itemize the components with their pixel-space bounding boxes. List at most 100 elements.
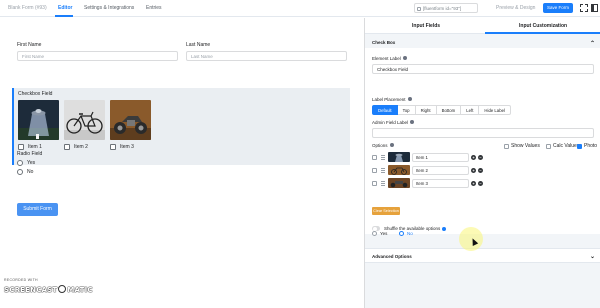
checkbox-item-2[interactable]: Item 2 [64,144,88,150]
drag-handle-icon[interactable] [381,154,385,160]
logo-ring-icon [58,285,67,293]
first-name-label: First Name [17,42,42,48]
option-value-input[interactable]: Item 2 [412,165,469,175]
radio-option-label: No [27,169,34,175]
save-form-button[interactable]: Save Form [543,3,573,13]
checkbox-item-label: Item 3 [120,144,134,150]
drag-handle-icon[interactable] [381,180,385,186]
checkbox[interactable] [372,180,377,186]
option-row-3: Item 3 + − [372,178,483,188]
last-name-label: Last Name [186,42,211,48]
section-title: Check Box [372,40,396,45]
element-label-input[interactable]: Checkbox Field [372,64,594,74]
shortcode-text: [fluentform id="93"] [423,6,462,11]
add-option-icon[interactable]: + [471,180,476,186]
placement-default[interactable]: Default [372,105,398,115]
add-option-icon[interactable]: + [471,154,476,160]
checkbox-item-label: Item 1 [28,144,42,150]
sidebar-toggle-icon[interactable] [591,4,598,12]
checkbox[interactable] [372,154,377,160]
checkbox-item-1[interactable]: Item 1 [18,144,42,150]
show-values-toggle[interactable]: Show Values [504,143,540,149]
checkbox[interactable] [18,144,24,150]
tab-input-fields[interactable]: Input Fields [412,23,440,29]
radio-field-label: Radio Field [17,151,43,157]
bicycle-thumbnail[interactable] [388,165,410,175]
required-no-option[interactable]: No [399,231,413,236]
screencast-watermark: RECORDED WITH SCREENCAST MATIC [4,278,93,304]
element-label-label: Element Label [372,56,407,61]
advanced-options-header[interactable]: Advanced Options ⌄ [365,248,600,263]
clear-selection-button[interactable]: Clear Selection [372,207,400,215]
checkbox[interactable] [110,144,116,150]
label-placement-group: Default Top Right Bottom Left Hide Label [372,105,511,115]
logo-text-left: SCREENCAST [4,286,58,294]
submit-form-button[interactable]: Submit Form [17,203,58,216]
checkbox-field-block[interactable]: Checkbox Field Item 1 Item 2 Item 3 [12,88,350,165]
panel-tabs: Input Fields Input Customization [365,18,600,34]
remove-option-icon[interactable]: − [478,167,483,173]
info-icon [389,143,394,147]
screencast-logo: SCREENCAST MATIC [4,285,93,294]
option-row-1: Item 1 + − [372,152,483,162]
active-panel-tab-indicator [485,32,600,34]
settings-panel: Input Fields Input Customization Check B… [364,18,600,308]
recorded-with-text: RECORDED WITH [4,278,38,282]
admin-field-label-input[interactable] [372,128,594,138]
radio-button[interactable] [17,169,23,175]
checkbox-checked[interactable] [577,143,582,149]
calc-values-toggle[interactable]: Calc Values [546,143,579,149]
advanced-options-label: Advanced Options [372,254,412,259]
preview-design-button[interactable]: Preview & Design [496,5,535,11]
placement-top[interactable]: Top [397,105,416,115]
radio-button[interactable] [372,231,377,236]
motorcycle-image [110,100,151,140]
add-option-icon[interactable]: + [471,167,476,173]
option-value-input[interactable]: Item 3 [412,178,469,188]
bicycle-image [64,100,105,140]
chevron-down-icon: ⌄ [589,254,595,260]
breadcrumb[interactable]: Blank Form (#93) [8,5,47,11]
first-name-input[interactable]: First Name [17,51,178,61]
info-icon [442,226,447,231]
ufo-image [18,100,59,140]
motorcycle-thumbnail[interactable] [388,178,410,188]
checkbox-settings: Element Label Checkbox Field Label Place… [365,48,600,258]
placement-bottom[interactable]: Bottom [436,105,462,115]
option-row-2: Item 2 + − [372,165,483,175]
drag-handle-icon[interactable] [381,167,385,173]
photo-toggle[interactable]: Photo [577,143,597,149]
copy-icon [417,7,421,11]
checkbox[interactable] [64,144,70,150]
checkbox-item-label: Item 2 [74,144,88,150]
ufo-thumbnail[interactable] [388,152,410,162]
radio-button[interactable] [17,160,23,166]
remove-option-icon[interactable]: − [478,180,483,186]
tab-entries[interactable]: Entries [146,5,162,11]
radio-option-no[interactable]: No [17,169,33,175]
required-yes-option[interactable]: Yes [372,231,387,236]
top-bar: Blank Form (#93) Editor Settings & Integ… [0,0,600,17]
tab-input-customization[interactable]: Input Customization [519,23,567,29]
fullscreen-icon[interactable] [580,4,588,12]
remove-option-icon[interactable]: − [478,154,483,160]
logo-text-right: MATIC [67,286,93,294]
placement-left[interactable]: Left [461,105,480,115]
placement-right[interactable]: Right [415,105,437,115]
shortcode-copy-button[interactable]: [fluentform id="93"] [414,3,478,13]
tab-editor[interactable]: Editor [58,5,72,11]
option-value-input[interactable]: Item 1 [412,152,469,162]
checkbox-item-3[interactable]: Item 3 [110,144,134,150]
mouse-cursor-highlight [459,227,483,251]
radio-button-selected[interactable] [399,231,404,236]
last-name-input[interactable]: Last Name [186,51,347,61]
placement-hide-label[interactable]: Hide Label [479,105,511,115]
checkbox[interactable] [546,143,551,149]
checkbox-field-label: Checkbox Field [18,91,53,97]
tab-settings-integrations[interactable]: Settings & Integrations [84,5,134,11]
checkbox[interactable] [504,143,509,149]
info-icon [410,120,415,124]
checkbox[interactable] [372,167,377,173]
options-label: Options [372,143,394,148]
radio-option-yes[interactable]: Yes [17,160,35,166]
